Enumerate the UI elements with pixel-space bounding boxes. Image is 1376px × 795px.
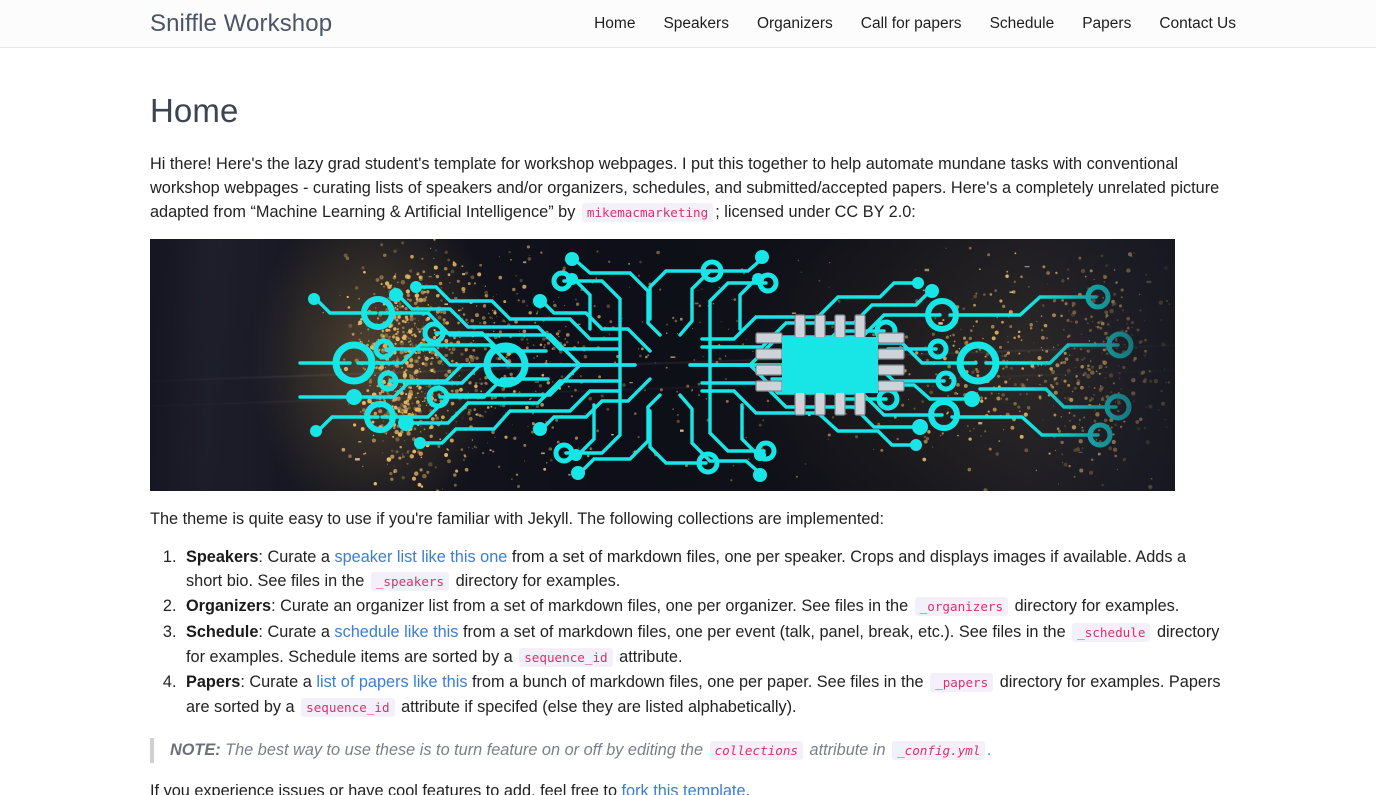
note-text-1: The best way to use these is to turn fea… — [220, 741, 708, 760]
collections-list: Speakers: Curate a speaker list like thi… — [150, 545, 1226, 720]
schedule-link[interactable]: schedule like this — [334, 623, 458, 641]
nav-link-contact-us[interactable]: Contact Us — [1159, 15, 1236, 32]
nav-item-call-for-papers: Call for papers — [861, 15, 962, 33]
hero-circuit-graphic — [298, 250, 1134, 482]
intro-text-part-2: ; licensed under CC BY 2.0: — [715, 203, 916, 221]
lead-in-paragraph: The theme is quite easy to use if you're… — [150, 510, 884, 528]
feature-text-1: : Curate a — [258, 548, 335, 566]
feature-text-2: from a bunch of markdown files, one per … — [467, 673, 929, 692]
hero-image — [150, 239, 1175, 491]
outro-text-2: . — [745, 782, 751, 795]
top-navigation-bar: Sniffle Workshop Home Speakers Organizer… — [0, 0, 1376, 48]
code-collections: collections — [709, 741, 803, 761]
code-organizers-dir: _organizers — [914, 597, 1009, 617]
speaker-list-link[interactable]: speaker list like this one — [334, 548, 507, 566]
code-config-yml: _config.yml — [892, 741, 986, 761]
nav-item-organizers: Organizers — [757, 15, 833, 33]
main-content: Home Hi there! Here's the lazy grad stud… — [0, 92, 1376, 795]
outro-text-1: If you experience issues or have cool fe… — [150, 782, 622, 795]
feature-text-4: attribute. — [614, 647, 683, 666]
nav-item-home: Home — [594, 15, 635, 33]
nav-link-list: Home Speakers Organizers Call for papers… — [594, 15, 1236, 33]
nav-item-speakers: Speakers — [663, 15, 728, 33]
nav-link-schedule[interactable]: Schedule — [990, 15, 1055, 32]
page-title: Home — [150, 92, 239, 129]
papers-list-link[interactable]: list of papers like this — [316, 673, 467, 691]
feature-text-2: from a set of markdown files, one per ev… — [458, 622, 1071, 641]
nav-item-schedule: Schedule — [990, 15, 1055, 33]
site-brand-link[interactable]: Sniffle Workshop — [150, 11, 332, 36]
outro-paragraph: If you experience issues or have cool fe… — [150, 779, 1226, 795]
code-papers-dir: _papers — [930, 673, 994, 693]
note-text-2: attribute in — [804, 741, 891, 760]
nav-item-papers: Papers — [1082, 15, 1131, 33]
nav-link-home[interactable]: Home — [594, 15, 635, 32]
list-item: Organizers: Curate an organizer list fro… — [181, 594, 1226, 619]
intro-paragraph: Hi there! Here's the lazy grad student's… — [150, 152, 1226, 225]
feature-text-4: attribute if specifed (else they are lis… — [396, 698, 797, 717]
nav-link-speakers[interactable]: Speakers — [663, 15, 728, 32]
list-item: Schedule: Curate a schedule like this fr… — [181, 620, 1226, 670]
feature-term: Speakers — [186, 548, 259, 566]
note-text-3: . — [987, 741, 992, 760]
feature-term: Schedule — [186, 622, 259, 641]
feature-text-1: : Curate a — [258, 622, 335, 641]
note-blockquote: NOTE: The best way to use these is to tu… — [150, 738, 1210, 764]
feature-text-3: directory for examples. — [451, 572, 621, 591]
code-speakers-dir: _speakers — [370, 572, 450, 592]
list-item: Papers: Curate a list of papers like thi… — [181, 670, 1226, 720]
feature-term: Organizers — [186, 597, 272, 616]
feature-text-3: directory for examples. — [1010, 597, 1180, 616]
code-sequence-id-papers: sequence_id — [301, 698, 395, 718]
nav-item-contact-us: Contact Us — [1159, 15, 1236, 33]
nav-link-call-for-papers[interactable]: Call for papers — [861, 15, 962, 32]
code-mikemacmarketing: mikemacmarketing — [581, 203, 714, 222]
feature-text-1: : Curate an organizer list from a set of… — [271, 597, 913, 616]
note-label: NOTE: — [170, 741, 221, 760]
feature-text-1: : Curate a — [240, 673, 317, 692]
fork-template-link[interactable]: fork this template — [622, 782, 746, 795]
list-item: Speakers: Curate a speaker list like thi… — [181, 545, 1226, 594]
nav-link-papers[interactable]: Papers — [1082, 15, 1131, 32]
code-sequence-id-schedule: sequence_id — [519, 647, 613, 667]
code-schedule-dir: _schedule — [1072, 622, 1151, 642]
feature-term: Papers — [186, 673, 241, 692]
nav-link-organizers[interactable]: Organizers — [757, 15, 833, 32]
